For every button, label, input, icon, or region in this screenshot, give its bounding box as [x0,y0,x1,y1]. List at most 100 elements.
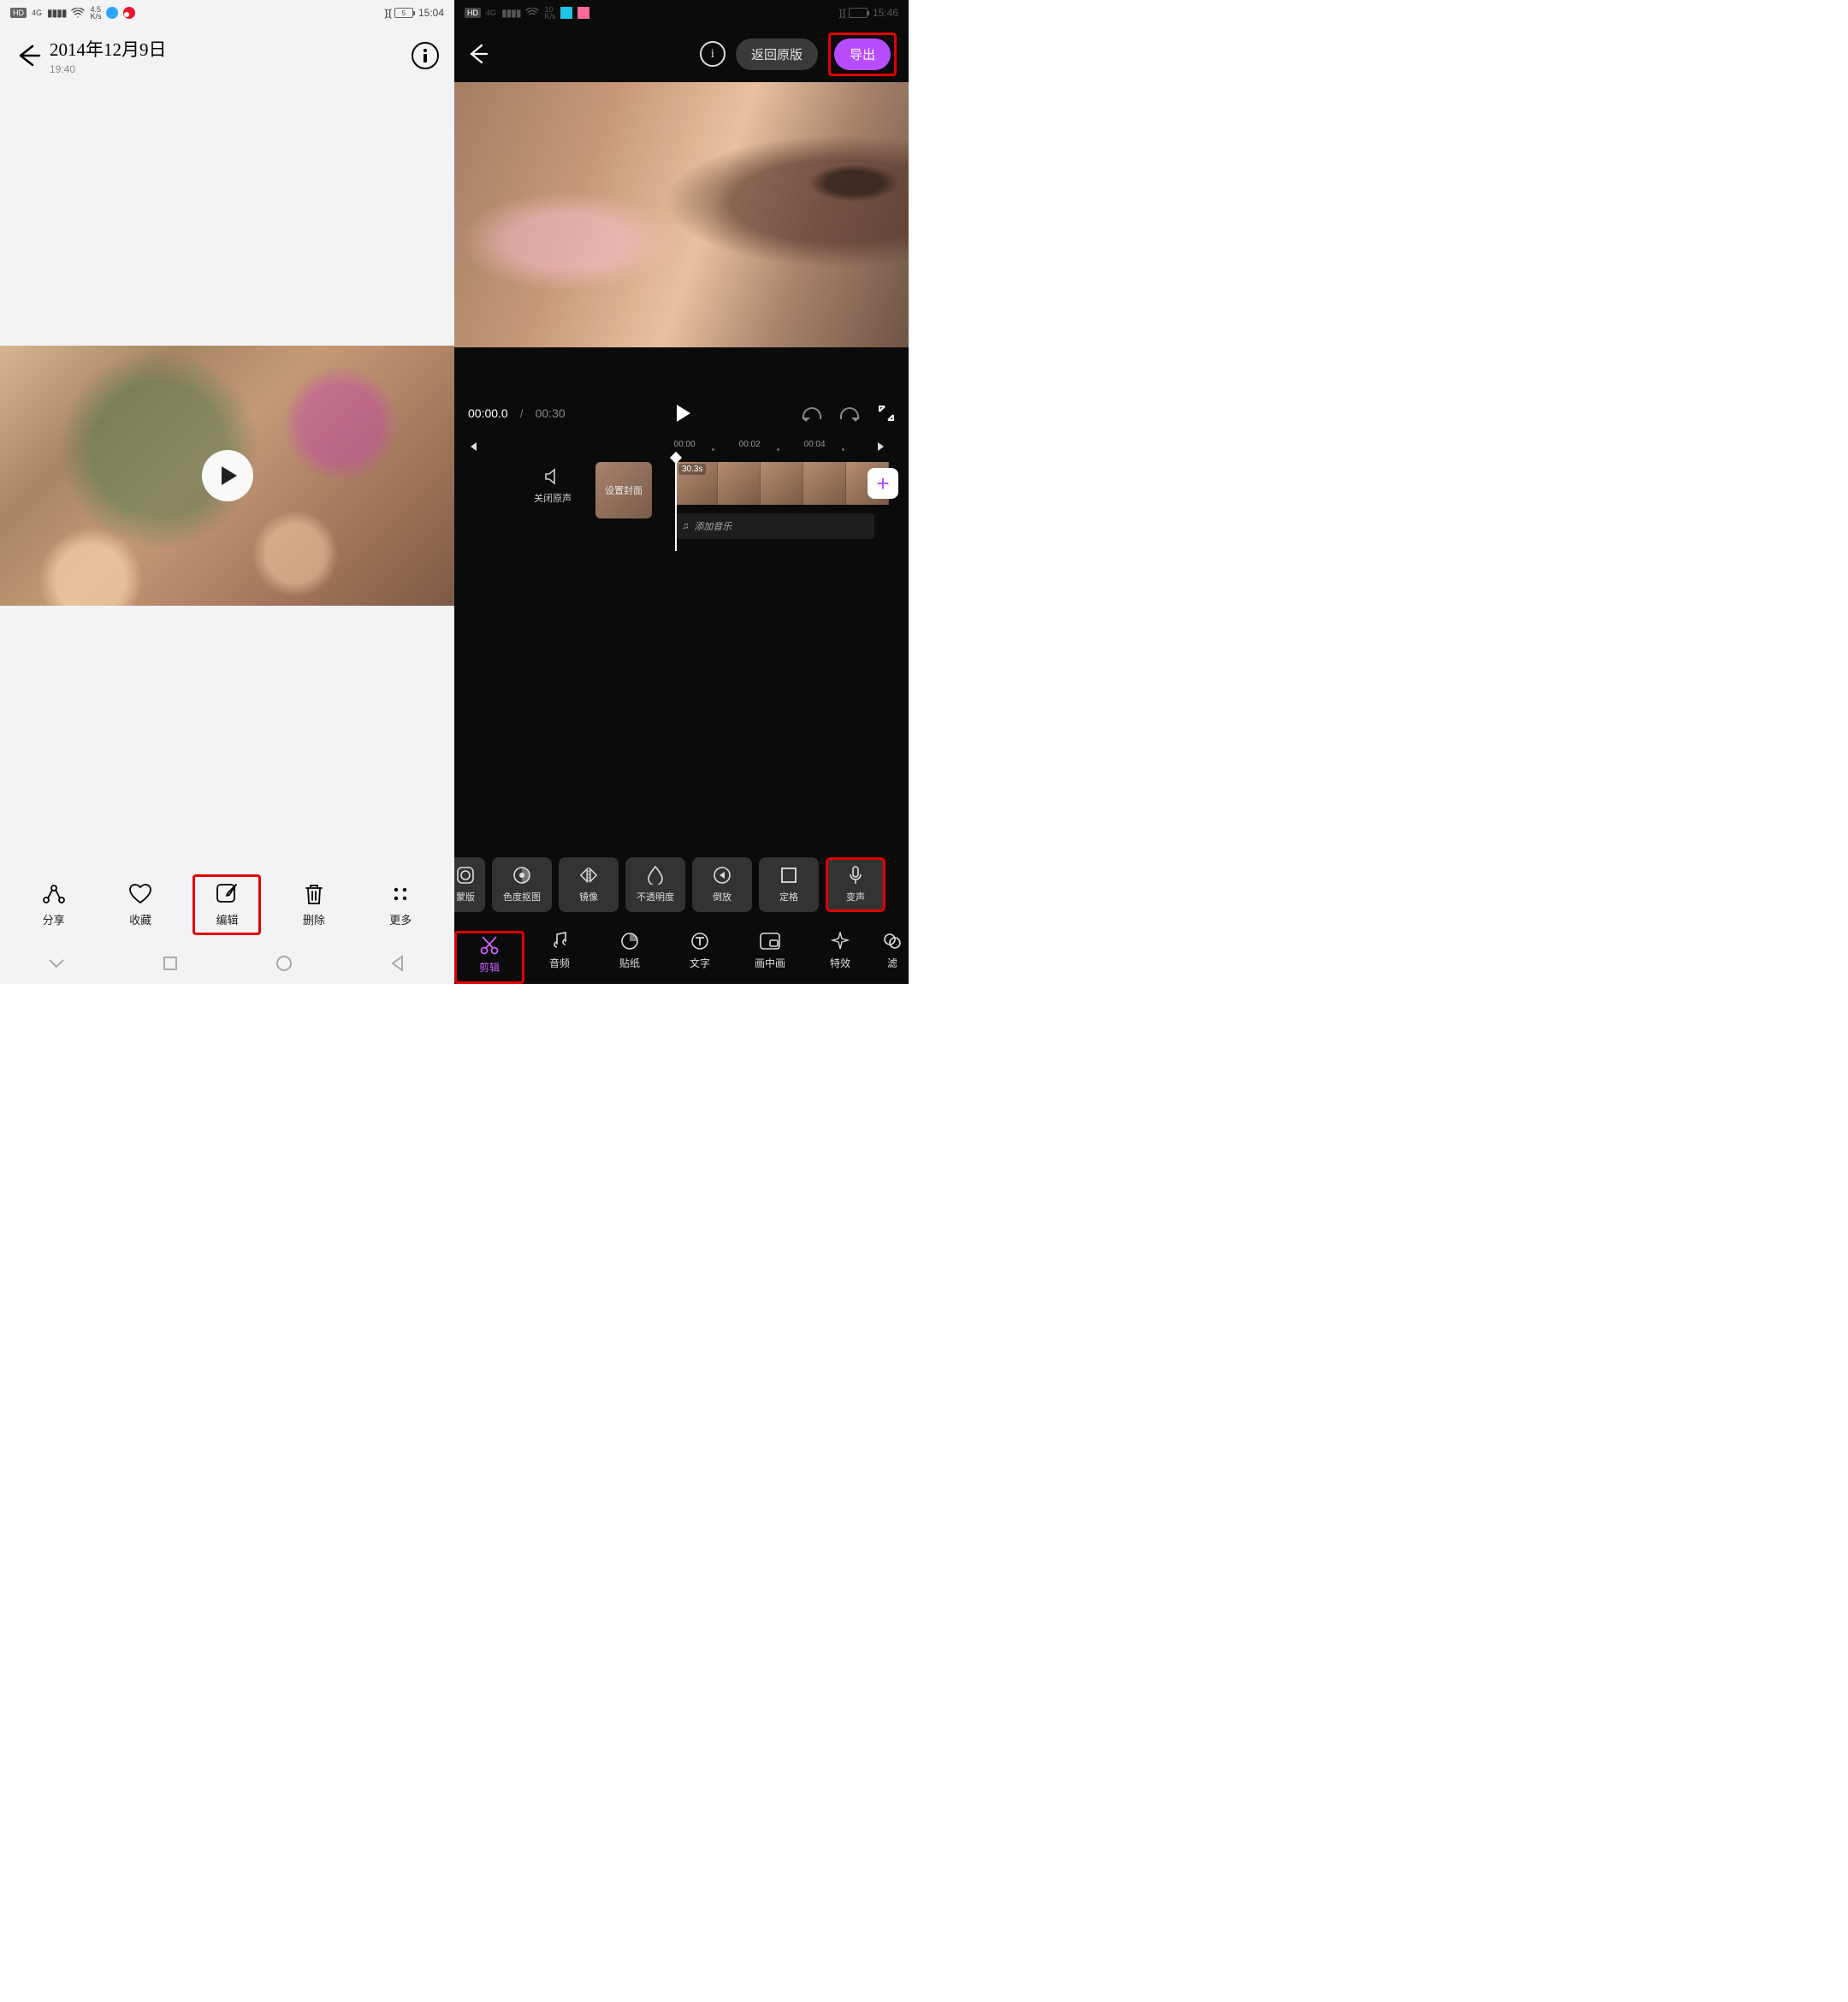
add-clip-button[interactable]: + [868,468,898,499]
editor-bottom-nav: 剪辑 音频 贴纸 文字 画中画 [454,924,909,984]
preview-canvas[interactable] [454,82,909,347]
timeline[interactable]: 关闭原声 设置封面 30.3s + ♫ 添加音乐 [454,457,909,577]
ruler-t2: 00:04 [804,440,826,449]
hd-badge: HD [10,8,27,18]
app-indicator-1-icon [560,7,572,19]
battery-icon [849,8,868,18]
time-duration: 00:30 [536,406,566,420]
text-icon [690,931,710,951]
nav-back-button[interactable] [389,955,406,972]
skip-start-button[interactable] [466,441,487,453]
cover-label: 设置封面 [605,483,643,497]
opacity-label: 不透明度 [637,890,674,903]
revert-button[interactable]: 返回原版 [736,38,818,70]
delete-button[interactable]: 删除 [280,882,348,927]
mic-icon [846,866,865,885]
video-thumbnail[interactable] [0,346,454,606]
fullscreen-button[interactable] [878,405,895,422]
status-bar: HD 4G ▮▮▮▮ 4.5 K/s }▯{ 5 15:04 [0,0,454,26]
nav-pip[interactable]: 画中画 [735,931,805,984]
mirror-label: 镜像 [579,890,598,903]
play-button[interactable] [677,405,690,422]
freeze-icon [779,866,798,885]
sparkle-icon [830,931,850,951]
share-icon [42,882,66,906]
sticker-icon [619,931,640,951]
nav-cut[interactable]: 剪辑 [454,931,524,984]
add-music-label: 添加音乐 [694,519,732,533]
skip-end-button[interactable] [876,441,897,453]
signal-icon: ▮▮▮▮ [501,7,520,19]
hd-badge: HD [465,8,481,18]
play-button[interactable] [202,450,253,501]
share-button[interactable]: 分享 [20,882,88,927]
favorite-label: 收藏 [129,911,151,927]
export-button[interactable]: 导出 [834,38,891,70]
opacity-tool[interactable]: 不透明度 [625,857,685,912]
info-button[interactable]: i [700,41,726,67]
time-current: 00:00.0 [468,406,508,420]
heart-icon [128,882,152,906]
mute-label: 关闭原声 [534,491,572,505]
nav-audio[interactable]: 音频 [524,931,595,984]
back-button[interactable] [466,43,494,65]
nav-fx[interactable]: 特效 [805,931,875,984]
nav-audio-label: 音频 [549,956,570,970]
highlight-export: 导出 [828,33,897,76]
more-label: 更多 [389,911,412,927]
title-date: 2014年12月9日 [50,36,412,62]
title-block: 2014年12月9日 19:40 [50,36,412,75]
undo-button[interactable] [803,407,821,419]
playhead[interactable] [675,457,677,551]
mask-icon [456,866,475,885]
info-button[interactable] [412,42,439,69]
redo-button[interactable] [840,407,859,419]
vibrate-icon: }▯{ [838,7,844,19]
action-bar: 分享 收藏 编辑 删除 更多 [0,866,454,943]
nav-cut-label: 剪辑 [479,960,500,974]
mask-tool[interactable]: 蒙版 [454,857,485,912]
system-nav-bar [0,943,454,984]
mirror-tool[interactable]: 镜像 [559,857,619,912]
net-speed: 10 K/s [544,6,555,20]
freeze-tool[interactable]: 定格 [759,857,819,912]
header-bar: 2014年12月9日 19:40 [0,26,454,86]
nav-sticker[interactable]: 贴纸 [595,931,665,984]
pip-icon [760,931,780,951]
clock: 15:46 [873,7,898,19]
more-button[interactable]: 更多 [366,882,435,927]
wifi-icon [71,8,85,18]
scissors-icon [479,935,500,956]
back-button[interactable] [15,43,50,68]
nav-recent-button[interactable] [162,955,179,972]
nav-hide-button[interactable] [48,955,65,972]
add-music-button[interactable]: ♫ 添加音乐 [675,513,874,539]
chroma-label: 色度抠图 [503,890,541,903]
title-time: 19:40 [50,63,412,75]
nav-home-button[interactable] [275,955,293,972]
share-label: 分享 [43,911,65,927]
chroma-tool[interactable]: 色度抠图 [492,857,552,912]
voice-label: 变声 [846,890,865,903]
nav-sticker-label: 贴纸 [619,956,640,970]
reverse-tool[interactable]: 倒放 [692,857,752,912]
set-cover-button[interactable]: 设置封面 [595,462,652,518]
mute-original-button[interactable]: 关闭原声 [523,467,583,505]
trash-icon [302,882,326,906]
voice-change-tool[interactable]: 变声 [826,857,886,912]
opacity-icon [646,866,665,885]
favorite-button[interactable]: 收藏 [106,882,175,927]
4g-icon: 4G [486,9,496,17]
edit-button[interactable]: 编辑 [192,874,261,935]
edit-icon [215,882,239,906]
time-ruler[interactable]: 00:00 00:02 00:04 [454,436,909,457]
nav-pip-label: 画中画 [755,956,785,970]
nav-filter[interactable]: 滤 [875,931,909,984]
music-note-icon: ♫ [682,521,689,531]
app-indicator-2-icon [578,7,589,19]
clip-duration: 30.3s [678,464,706,475]
music-icon [549,931,570,951]
wifi-icon [525,8,539,18]
gallery-video-screen: HD 4G ▮▮▮▮ 4.5 K/s }▯{ 5 15:04 2014年12月9… [0,0,454,984]
nav-text[interactable]: 文字 [665,931,735,984]
